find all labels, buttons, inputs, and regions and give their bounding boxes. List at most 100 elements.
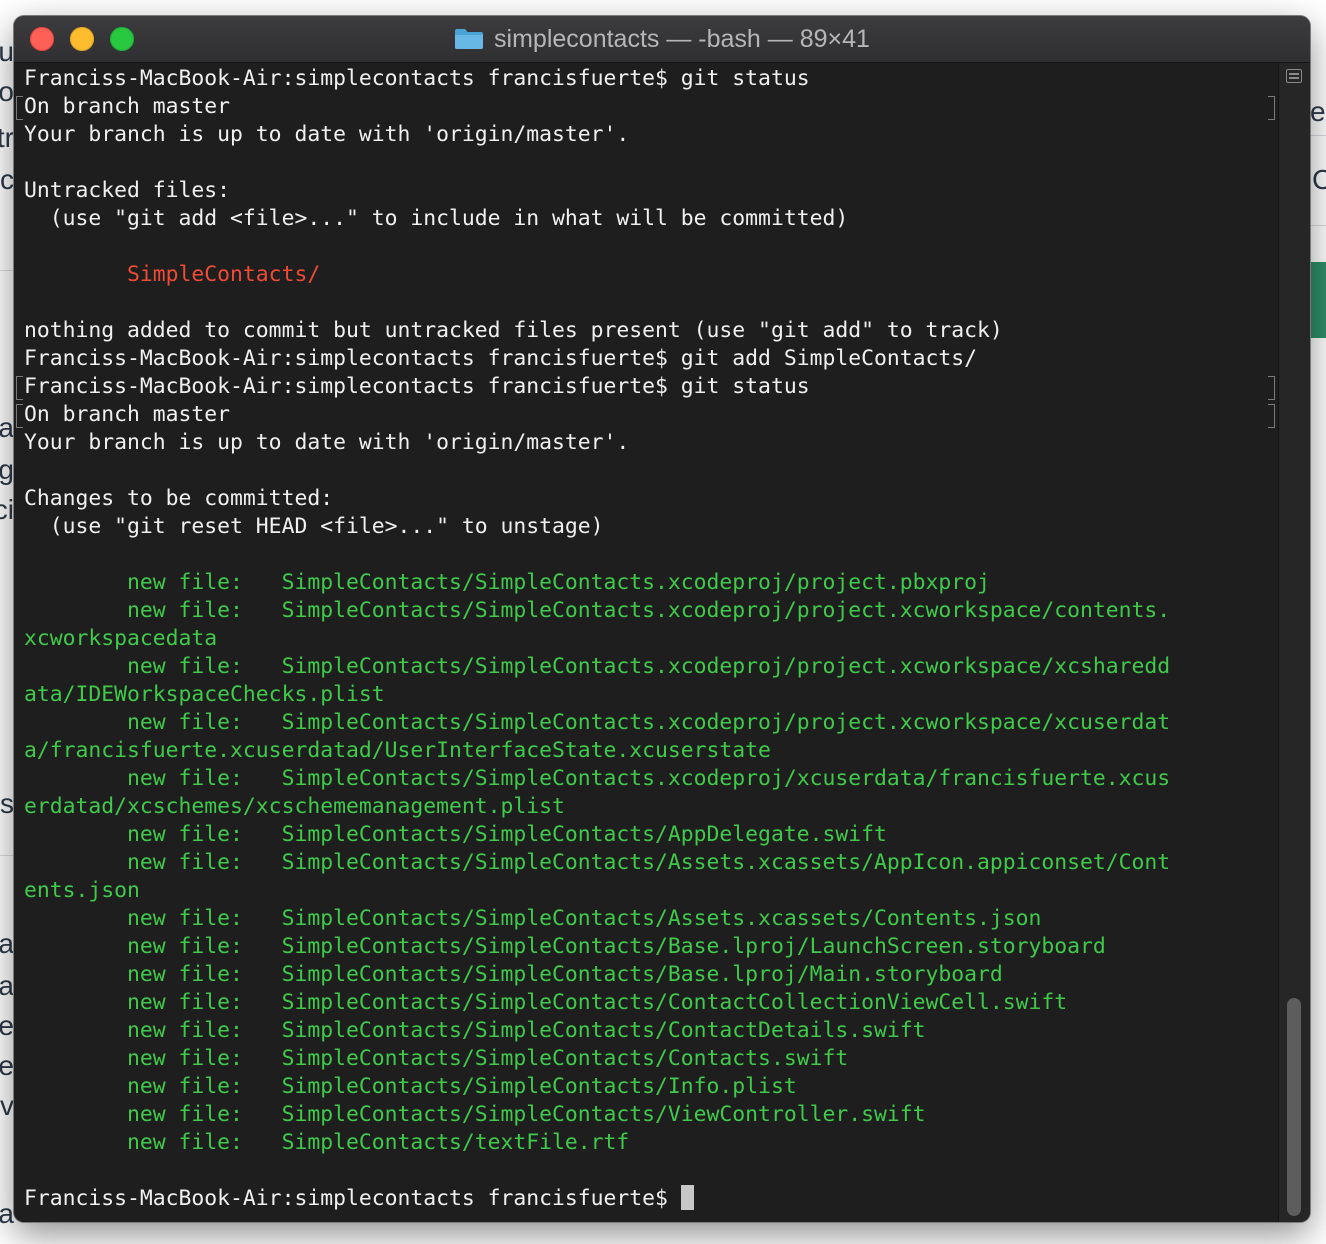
terminal-line-text: new file: SimpleContacts/SimpleContacts/… (24, 850, 1171, 875)
background-text-fragment: e s (0, 788, 14, 819)
background-divider (1310, 225, 1326, 226)
terminal-line: erdatad/xcschemes/xcschememanagement.pli… (24, 793, 565, 821)
terminal-line-text: new file: SimpleContacts/SimpleContacts.… (24, 710, 1171, 735)
terminal-line: new file: SimpleContacts/SimpleContacts/… (24, 849, 1170, 877)
terminal-line: On branch master (24, 93, 230, 121)
terminal-line-text: Your branch is up to date with 'origin/m… (24, 430, 630, 455)
background-text-fragment: u (0, 36, 14, 67)
terminal-line-text: new file: SimpleContacts/SimpleContacts.… (24, 570, 990, 595)
terminal-line-text: new file: SimpleContacts/SimpleContacts/… (24, 1102, 926, 1127)
terminal-line-text: new file: SimpleContacts/SimpleContacts/… (24, 1046, 849, 1071)
terminal-line-text: Franciss-MacBook-Air:simplecontacts fran… (24, 374, 810, 399)
terminal-line: new file: SimpleContacts/SimpleContacts.… (24, 765, 1170, 793)
terminal-line-text: erdatad/xcschemes/xcschememanagement.pli… (24, 794, 565, 819)
background-green-button (1310, 262, 1326, 338)
terminal-line: Changes to be committed: (24, 485, 333, 513)
background-text-fragment: C (1312, 164, 1326, 195)
background-divider (1310, 135, 1326, 136)
background-text-fragment: e (0, 1010, 14, 1041)
terminal-line: Franciss-MacBook-Air:simplecontacts fran… (24, 373, 810, 401)
terminal-line-text: new file: SimpleContacts/SimpleContacts/… (24, 990, 1068, 1015)
terminal-line: new file: SimpleContacts/SimpleContacts/… (24, 989, 1067, 1017)
terminal-line: (use "git add <file>..." to include in w… (24, 205, 848, 233)
terminal-line-text: Your branch is up to date with 'origin/m… (24, 122, 630, 147)
terminal-line-text: Franciss-MacBook-Air:simplecontacts fran… (24, 1186, 681, 1211)
terminal-line-text: Changes to be committed: (24, 486, 334, 511)
terminal-line-text: xcworkspacedata (24, 626, 218, 651)
terminal-line: new file: SimpleContacts/SimpleContacts/… (24, 1045, 848, 1073)
terminal-line-text: Franciss-MacBook-Air:simplecontacts fran… (24, 346, 977, 371)
terminal-line: new file: SimpleContacts/SimpleContacts/… (24, 1101, 925, 1129)
vertical-scrollbar[interactable] (1278, 63, 1310, 1222)
terminal-window: simplecontacts — -bash — 89×41 Franciss-… (14, 16, 1310, 1222)
background-text-fragment: el (1310, 96, 1326, 127)
window-title-group: simplecontacts — -bash — 89×41 (14, 16, 1310, 62)
background-text-fragment: a (0, 928, 14, 959)
terminal-line-text: new file: SimpleContacts/SimpleContacts/… (24, 962, 1003, 987)
terminal-line: ata/IDEWorkspaceChecks.plist (24, 681, 385, 709)
background-text-fragment: e (0, 1050, 14, 1081)
terminal-line: nothing added to commit but untracked fi… (24, 317, 1003, 345)
background-text-fragment: ci (0, 494, 14, 525)
terminal-line: Franciss-MacBook-Air:simplecontacts fran… (24, 1185, 694, 1213)
mark-bracket-right (1268, 376, 1275, 400)
window-title: simplecontacts — -bash — 89×41 (494, 24, 870, 53)
terminal-output[interactable]: Franciss-MacBook-Air:simplecontacts fran… (14, 63, 1278, 1222)
terminal-line-text: Untracked files: (24, 178, 231, 203)
terminal-line: new file: SimpleContacts/SimpleContacts.… (24, 709, 1170, 737)
scrollbar-thumb[interactable] (1287, 998, 1301, 1216)
text-cursor (680, 1185, 694, 1210)
mark-bracket-left (16, 376, 23, 400)
terminal-line-text: new file: SimpleContacts/SimpleContacts/… (24, 1074, 797, 1099)
background-text-fragment: o (0, 76, 14, 107)
terminal-line: new file: SimpleContacts/SimpleContacts.… (24, 597, 1170, 625)
terminal-line-text: a/francisfuerte.xcuserdatad/UserInterfac… (24, 738, 771, 763)
terminal-line: a/francisfuerte.xcuserdatad/UserInterfac… (24, 737, 771, 765)
background-text-fragment: a (0, 412, 14, 443)
terminal-line: new file: SimpleContacts/SimpleContacts/… (24, 1073, 797, 1101)
terminal-line: new file: SimpleContacts/SimpleContacts.… (24, 569, 990, 597)
terminal-line: new file: SimpleContacts/SimpleContacts/… (24, 1017, 925, 1045)
terminal-line-text: new file: SimpleContacts/SimpleContacts/… (24, 906, 1042, 931)
terminal-line-text: new file: SimpleContacts/textFile.rtf (24, 1130, 630, 1155)
split-pane-icon[interactable] (1286, 69, 1302, 83)
terminal-line: new file: SimpleContacts/SimpleContacts/… (24, 961, 1003, 989)
terminal-line-text: ents.json (24, 878, 140, 903)
terminal-line-text: new file: SimpleContacts/SimpleContacts.… (24, 598, 1171, 623)
background-divider (0, 855, 14, 856)
folder-icon (455, 29, 484, 49)
terminal-line: Franciss-MacBook-Air:simplecontacts fran… (24, 65, 810, 93)
background-text-fragment: tr (0, 122, 14, 153)
terminal-line-text: new file: SimpleContacts/SimpleContacts.… (24, 766, 1171, 791)
terminal-line: new file: SimpleContacts/SimpleContacts.… (24, 653, 1170, 681)
terminal-line: xcworkspacedata (24, 625, 217, 653)
terminal-line-text: Franciss-MacBook-Air:simplecontacts fran… (24, 66, 810, 91)
terminal-line-text: new file: SimpleContacts/SimpleContacts/… (24, 822, 887, 847)
mark-bracket-left (16, 96, 23, 120)
background-text-fragment: ng (0, 454, 14, 485)
terminal-line-text: new file: SimpleContacts/SimpleContacts/… (24, 934, 1106, 959)
terminal-line: Untracked files: (24, 177, 230, 205)
background-divider (0, 270, 14, 271)
terminal-line: ents.json (24, 877, 140, 905)
terminal-line: new file: SimpleContacts/textFile.rtf (24, 1129, 629, 1157)
mark-bracket-right (1268, 96, 1275, 120)
mark-bracket-right (1268, 404, 1275, 428)
terminal-line: Your branch is up to date with 'origin/m… (24, 429, 629, 457)
background-text-fragment: c (0, 164, 14, 195)
title-bar[interactable]: simplecontacts — -bash — 89×41 (14, 16, 1310, 63)
terminal-line-text: (use "git reset HEAD <file>..." to unsta… (24, 514, 604, 539)
terminal-line-text: SimpleContacts/ (24, 262, 321, 287)
terminal-line-text: On branch master (24, 94, 231, 119)
terminal-line: (use "git reset HEAD <file>..." to unsta… (24, 513, 604, 541)
terminal-line-text: (use "git add <file>..." to include in w… (24, 206, 849, 231)
terminal-line: On branch master (24, 401, 230, 429)
terminal-line-text: new file: SimpleContacts/SimpleContacts.… (24, 654, 1171, 679)
background-text-fragment: ev (0, 1090, 14, 1121)
terminal-line: SimpleContacts/ (24, 261, 320, 289)
terminal-line-text: nothing added to commit but untracked fi… (24, 318, 1003, 343)
terminal-line: Franciss-MacBook-Air:simplecontacts fran… (24, 345, 977, 373)
background-text-fragment: ca (0, 1198, 14, 1229)
background-text-fragment: a (0, 970, 14, 1001)
terminal-line: new file: SimpleContacts/SimpleContacts/… (24, 821, 887, 849)
